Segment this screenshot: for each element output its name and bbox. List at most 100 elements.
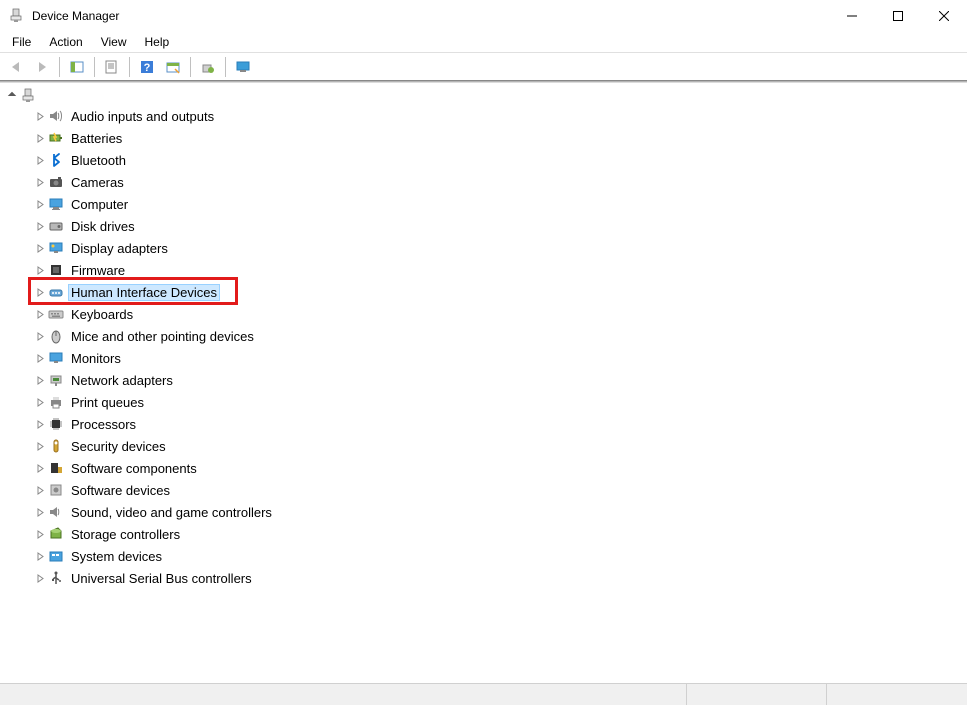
expand-icon[interactable]: [34, 308, 46, 320]
expand-icon[interactable]: [34, 220, 46, 232]
tree-category[interactable]: Security devices: [24, 435, 967, 457]
tree-category-label[interactable]: Bluetooth: [68, 152, 129, 169]
tree-category-label[interactable]: Cameras: [68, 174, 127, 191]
back-button[interactable]: [4, 55, 28, 79]
tree-category-label[interactable]: Storage controllers: [68, 526, 183, 543]
menu-view[interactable]: View: [93, 33, 135, 51]
expand-icon[interactable]: [34, 506, 46, 518]
minimize-button[interactable]: [829, 0, 875, 32]
tree-category-label[interactable]: Software devices: [68, 482, 173, 499]
tree-category[interactable]: Software components: [24, 457, 967, 479]
menu-action[interactable]: Action: [41, 33, 90, 51]
tree-category[interactable]: System devices: [24, 545, 967, 567]
tree-category-label[interactable]: Print queues: [68, 394, 147, 411]
tree-category-label[interactable]: Computer: [68, 196, 131, 213]
speaker-icon: [48, 108, 64, 124]
maximize-button[interactable]: [875, 0, 921, 32]
tree-category[interactable]: Bluetooth: [24, 149, 967, 171]
tree-category-label[interactable]: Processors: [68, 416, 139, 433]
menubar: File Action View Help: [0, 32, 967, 52]
swcomp-icon: [48, 460, 64, 476]
tree-category-label[interactable]: Audio inputs and outputs: [68, 108, 217, 125]
tree-category[interactable]: Universal Serial Bus controllers: [24, 567, 967, 589]
tree-category-label[interactable]: Network adapters: [68, 372, 176, 389]
tree-category[interactable]: Batteries: [24, 127, 967, 149]
expand-icon[interactable]: [34, 176, 46, 188]
tree-category-label[interactable]: Keyboards: [68, 306, 136, 323]
expand-icon[interactable]: [34, 154, 46, 166]
tree-category[interactable]: Processors: [24, 413, 967, 435]
tree-category[interactable]: Display adapters: [24, 237, 967, 259]
expand-icon[interactable]: [34, 198, 46, 210]
tree-category[interactable]: Network adapters: [24, 369, 967, 391]
expand-icon[interactable]: [34, 374, 46, 386]
tree-category[interactable]: Monitors: [24, 347, 967, 369]
app-icon: [8, 8, 24, 24]
tree-category-label[interactable]: System devices: [68, 548, 165, 565]
tree-category[interactable]: Audio inputs and outputs: [24, 105, 967, 127]
expand-icon[interactable]: [34, 440, 46, 452]
firmware-icon: [48, 262, 64, 278]
menu-file[interactable]: File: [4, 33, 39, 51]
expand-icon[interactable]: [34, 462, 46, 474]
tree-category[interactable]: Disk drives: [24, 215, 967, 237]
tree-category-label[interactable]: Sound, video and game controllers: [68, 504, 275, 521]
expand-icon[interactable]: [34, 132, 46, 144]
tree-category[interactable]: Human Interface Devices: [24, 281, 967, 303]
expand-icon[interactable]: [34, 550, 46, 562]
tree-root-node[interactable]: [4, 87, 967, 105]
tree-category[interactable]: Storage controllers: [24, 523, 967, 545]
window-controls: [829, 0, 967, 32]
tree-category-label[interactable]: Human Interface Devices: [68, 284, 220, 301]
battery-icon: [48, 130, 64, 146]
expand-icon[interactable]: [34, 418, 46, 430]
toolbar: ?: [0, 52, 967, 80]
tree-category-label[interactable]: Mice and other pointing devices: [68, 328, 257, 345]
tree-category-label[interactable]: Software components: [68, 460, 200, 477]
disk-icon: [48, 218, 64, 234]
tree-category[interactable]: Print queues: [24, 391, 967, 413]
expand-icon[interactable]: [34, 110, 46, 122]
tree-category-label[interactable]: Monitors: [68, 350, 124, 367]
tree-category-label[interactable]: Security devices: [68, 438, 169, 455]
device-tree[interactable]: Audio inputs and outputs Batteries Bluetoo…: [0, 83, 967, 683]
expand-icon[interactable]: [34, 286, 46, 298]
expand-icon[interactable]: [34, 264, 46, 276]
expand-icon[interactable]: [34, 484, 46, 496]
help-button[interactable]: ?: [135, 55, 159, 79]
remote-computer-button[interactable]: [231, 55, 255, 79]
bluetooth-icon: [48, 152, 64, 168]
monitor-icon: [48, 350, 64, 366]
expand-icon[interactable]: [34, 528, 46, 540]
close-button[interactable]: [921, 0, 967, 32]
computer-root-icon: [20, 88, 36, 104]
tree-category[interactable]: Firmware: [24, 259, 967, 281]
expand-icon[interactable]: [34, 352, 46, 364]
tree-category-label[interactable]: Batteries: [68, 130, 125, 147]
tree-category[interactable]: Computer: [24, 193, 967, 215]
expand-icon[interactable]: [34, 396, 46, 408]
expand-icon[interactable]: [34, 330, 46, 342]
properties-button[interactable]: [100, 55, 124, 79]
computer-icon: [48, 196, 64, 212]
tree-category[interactable]: Mice and other pointing devices: [24, 325, 967, 347]
menu-help[interactable]: Help: [137, 33, 178, 51]
tree-category-label[interactable]: Universal Serial Bus controllers: [68, 570, 255, 587]
tree-category[interactable]: Sound, video and game controllers: [24, 501, 967, 523]
swdev-icon: [48, 482, 64, 498]
show-hide-console-tree-button[interactable]: [65, 55, 89, 79]
tree-category[interactable]: Cameras: [24, 171, 967, 193]
tree-category-label[interactable]: Firmware: [68, 262, 128, 279]
collapse-icon[interactable]: [6, 90, 18, 102]
statusbar: [0, 683, 967, 705]
tree-category-label[interactable]: Display adapters: [68, 240, 171, 257]
tree-category-label[interactable]: Disk drives: [68, 218, 138, 235]
update-driver-button[interactable]: [196, 55, 220, 79]
forward-button[interactable]: [30, 55, 54, 79]
scan-hardware-button[interactable]: [161, 55, 185, 79]
tree-category[interactable]: Software devices: [24, 479, 967, 501]
expand-icon[interactable]: [34, 572, 46, 584]
expand-icon[interactable]: [34, 242, 46, 254]
tree-category[interactable]: Keyboards: [24, 303, 967, 325]
printer-icon: [48, 394, 64, 410]
